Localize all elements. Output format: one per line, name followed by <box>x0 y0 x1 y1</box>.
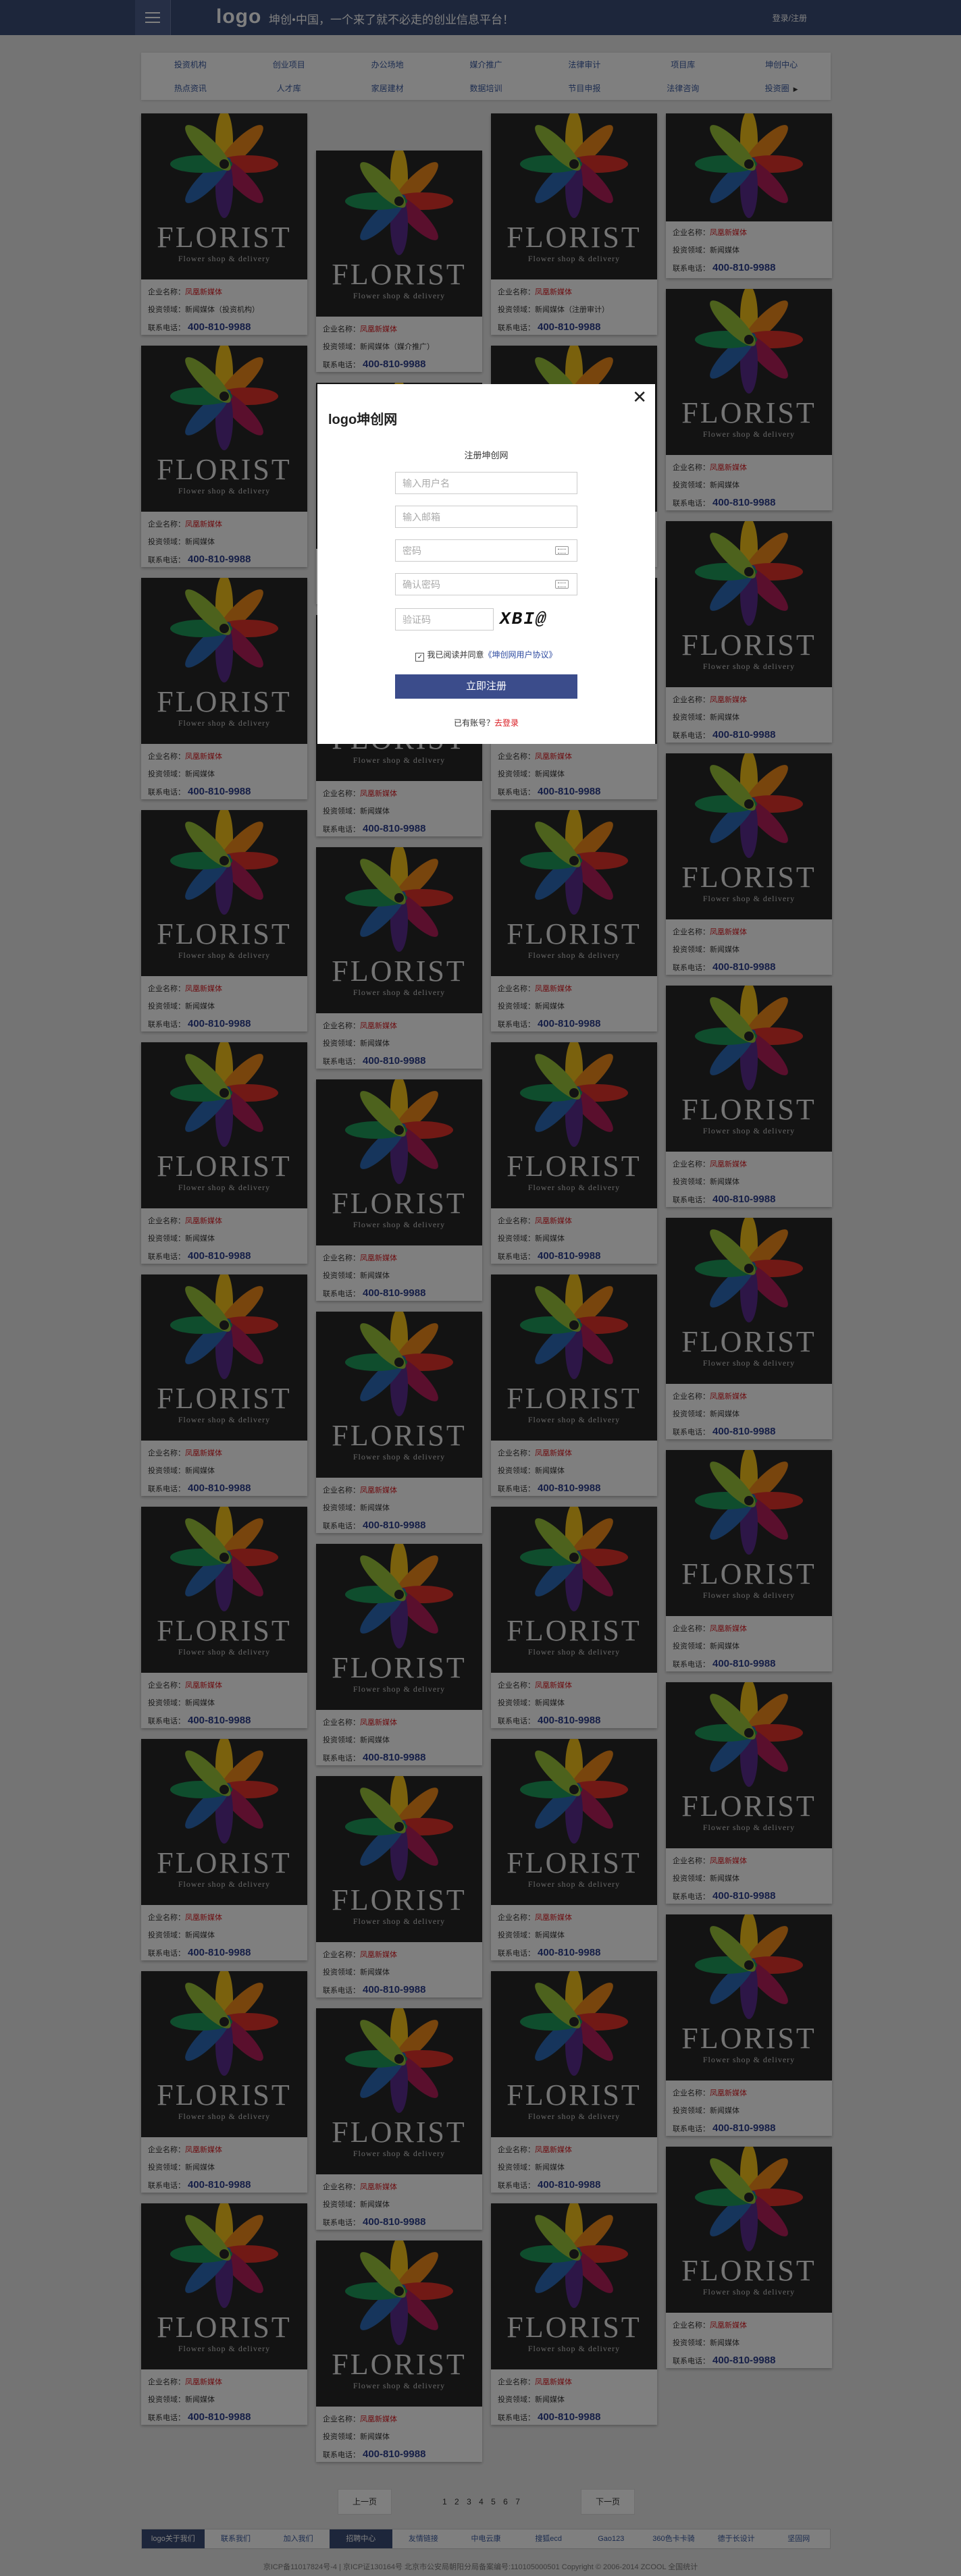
agreement: ✓ 我已阅读并同意《坤创网用户协议》 <box>317 649 655 662</box>
close-icon[interactable]: ✕ <box>632 387 647 408</box>
captcha-image[interactable]: XBI@ <box>500 608 579 630</box>
register-modal: ✕ logo坤创网 注册坤创网 XBI@ ✓我已阅读并同意《坤创网用户协议》 立… <box>317 384 655 744</box>
keyboard-icon[interactable] <box>555 546 569 555</box>
captcha-input[interactable] <box>395 608 494 630</box>
agreement-link[interactable]: 《坤创网用户协议》 <box>484 650 557 660</box>
go-login-link[interactable]: 去登录 <box>494 718 519 728</box>
agree-text: 我已阅读并同意 <box>427 650 484 660</box>
has-account-text: 已有账号？ <box>453 718 494 728</box>
agree-checkbox[interactable]: ✓ <box>415 653 425 662</box>
password-input[interactable] <box>395 539 577 562</box>
register-button[interactable]: 立即注册 <box>395 674 577 699</box>
username-input[interactable] <box>395 472 577 494</box>
login-prompt: 已有账号？去登录 <box>317 717 655 728</box>
modal-logo: logo坤创网 <box>328 412 398 427</box>
keyboard-icon[interactable] <box>555 580 569 589</box>
email-input[interactable] <box>395 506 577 528</box>
confirm-password-input[interactable] <box>395 573 577 595</box>
modal-title: 注册坤创网 <box>464 450 509 460</box>
